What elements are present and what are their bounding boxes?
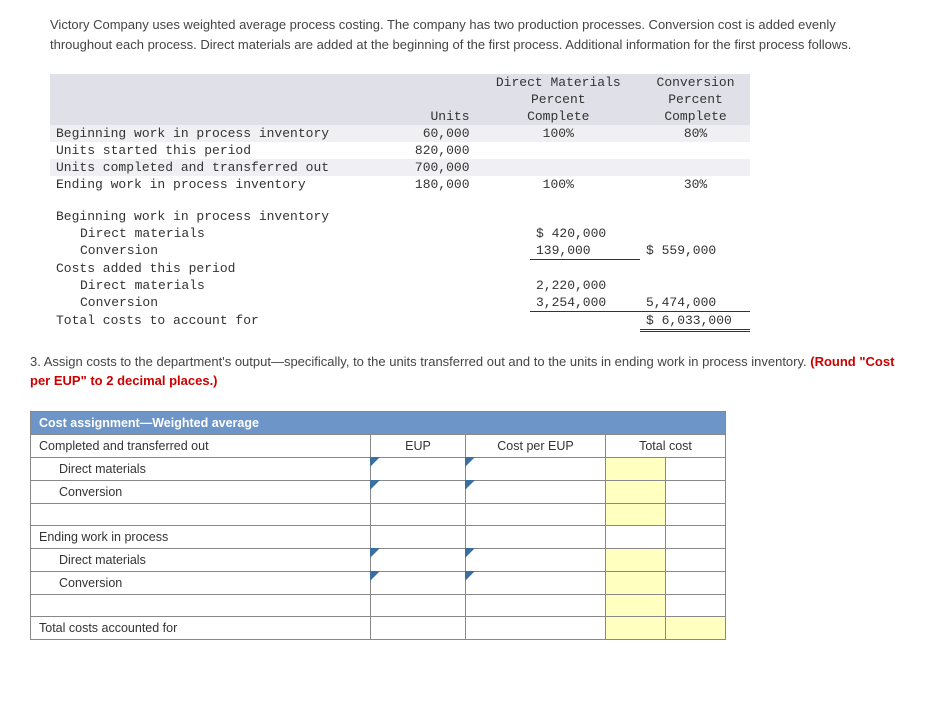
answer-title: Cost assignment—Weighted average (31, 411, 726, 434)
hdr-tc: Total cost (606, 434, 726, 457)
ewip-conv-eup-input[interactable] (371, 571, 466, 594)
cto-blank (31, 503, 371, 525)
row-started-units: 820,000 (395, 142, 476, 159)
bwip-conv-amt: 139,000 (530, 242, 640, 260)
cto-dm-tc1 (606, 457, 666, 480)
question-text: 3. Assign costs to the department's outp… (0, 342, 946, 411)
row-ewip-conv: 30% (641, 176, 750, 193)
added-total: 5,474,000 (640, 294, 750, 312)
row-bwip-label: Beginning work in process inventory (50, 125, 395, 142)
units-table: Direct Materials Conversion Percent Perc… (50, 74, 750, 193)
data-tables: Direct Materials Conversion Percent Perc… (0, 74, 946, 342)
total-label: Total costs to account for (50, 311, 530, 330)
ewip-conv-label: Conversion (31, 571, 371, 594)
cto-dm-tc2 (666, 457, 726, 480)
row-ewip-label: Ending work in process inventory (50, 176, 395, 193)
cto-conv-label: Conversion (31, 480, 371, 503)
ewip-dm-tc1 (606, 548, 666, 571)
bwip-label: Beginning work in process inventory (50, 208, 530, 225)
cto-conv-tc2 (666, 480, 726, 503)
bwip-total: $ 559,000 (640, 242, 750, 260)
row-started-label: Units started this period (50, 142, 395, 159)
cto-conv-eup-input[interactable] (371, 480, 466, 503)
cto-dm-cpe-input[interactable] (466, 457, 606, 480)
hdr-dm: Direct Materials (496, 75, 621, 90)
ewip-dm-eup-input[interactable] (371, 548, 466, 571)
row-ewip-label: Ending work in process (31, 525, 371, 548)
hdr-cpe: Cost per EUP (466, 434, 606, 457)
added-dm-label: Direct materials (50, 277, 530, 294)
row-ewip-dm: 100% (476, 176, 642, 193)
ewip-conv-cpe-input[interactable] (466, 571, 606, 594)
ewip-blank (31, 594, 371, 616)
bwip-dm-label: Direct materials (50, 225, 530, 242)
costs-table: Beginning work in process inventory Dire… (50, 208, 750, 332)
added-dm-amt: 2,220,000 (530, 277, 640, 294)
row-cto-label: Completed and transferred out (31, 434, 371, 457)
cto-conv-cpe-input[interactable] (466, 480, 606, 503)
row-completed-units: 700,000 (395, 159, 476, 176)
answer-table: Cost assignment—Weighted average Complet… (30, 411, 726, 640)
bwip-dm-amt: $ 420,000 (530, 225, 640, 242)
bwip-conv-label: Conversion (50, 242, 530, 260)
row-bwip-dm: 100% (476, 125, 642, 142)
added-label: Costs added this period (50, 260, 530, 277)
row-total-label: Total costs accounted for (31, 616, 371, 639)
ewip-conv-tc1 (606, 571, 666, 594)
cto-dm-eup-input[interactable] (371, 457, 466, 480)
cto-conv-tc1 (606, 480, 666, 503)
hdr-units: Units (430, 109, 469, 124)
added-conv-amt: 3,254,000 (530, 294, 640, 312)
intro-text: Victory Company uses weighted average pr… (0, 0, 946, 74)
added-conv-label: Conversion (50, 294, 530, 312)
row-ewip-units: 180,000 (395, 176, 476, 193)
hdr-conv: Conversion (657, 75, 735, 90)
cto-dm-label: Direct materials (31, 457, 371, 480)
hdr-eup: EUP (371, 434, 466, 457)
row-bwip-units: 60,000 (395, 125, 476, 142)
ewip-dm-label: Direct materials (31, 548, 371, 571)
grand-total: $ 6,033,000 (640, 311, 750, 330)
row-completed-label: Units completed and transferred out (50, 159, 395, 176)
row-bwip-conv: 80% (641, 125, 750, 142)
ewip-dm-cpe-input[interactable] (466, 548, 606, 571)
